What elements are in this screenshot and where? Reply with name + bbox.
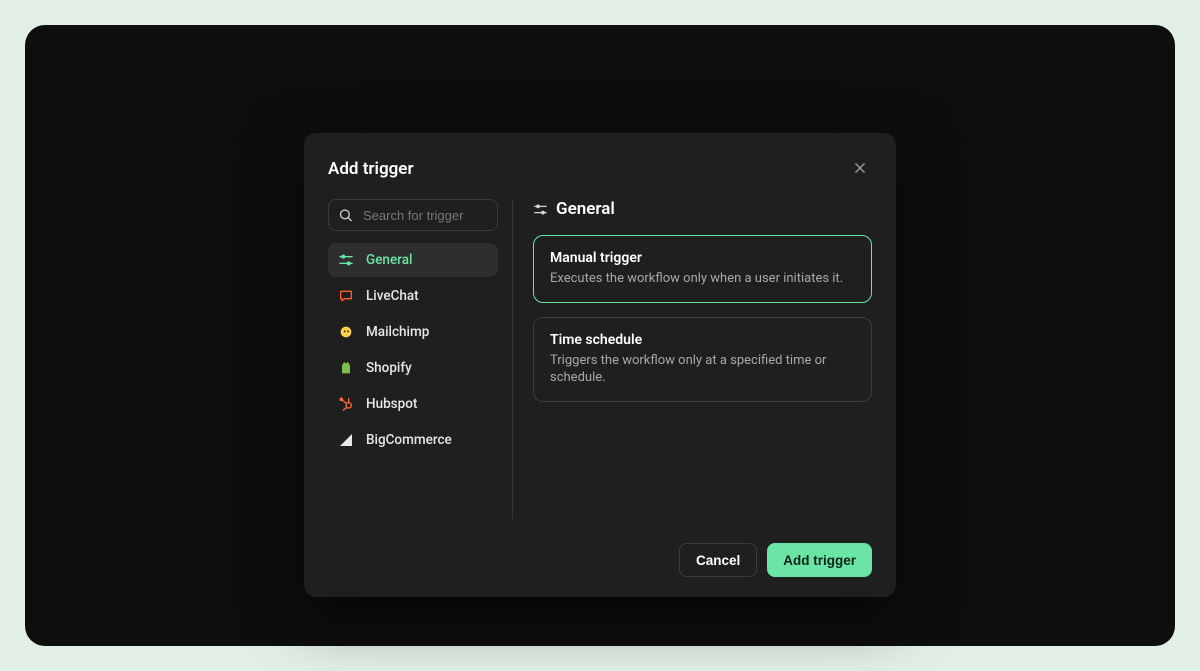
- category-label: LiveChat: [366, 288, 419, 304]
- add-trigger-modal: Add trigger: [304, 133, 896, 597]
- trigger-desc: Executes the workflow only when a user i…: [550, 270, 855, 288]
- category-hubspot[interactable]: Hubspot: [328, 387, 498, 421]
- search-field: [328, 199, 498, 231]
- modal-body: General LiveChat Mailchimp: [328, 199, 872, 519]
- hubspot-icon: [338, 396, 354, 412]
- trigger-title: Manual trigger: [550, 250, 855, 266]
- trigger-desc: Triggers the workflow only at a specifie…: [550, 352, 855, 387]
- category-general[interactable]: General: [328, 243, 498, 277]
- shopify-icon: [338, 360, 354, 376]
- modal-footer: Cancel Add trigger: [328, 543, 872, 577]
- category-livechat[interactable]: LiveChat: [328, 279, 498, 313]
- panel-title: General: [556, 199, 615, 219]
- modal-title: Add trigger: [328, 159, 414, 179]
- trigger-panel: General Manual trigger Executes the work…: [513, 199, 872, 519]
- category-bigcommerce[interactable]: BigCommerce: [328, 423, 498, 457]
- panel-header: General: [533, 199, 872, 219]
- category-label: Mailchimp: [366, 324, 429, 340]
- mailchimp-icon: [338, 324, 354, 340]
- app-frame: Add trigger: [25, 25, 1175, 646]
- trigger-option-manual[interactable]: Manual trigger Executes the workflow onl…: [533, 235, 872, 303]
- livechat-icon: [338, 288, 354, 304]
- sliders-icon: [338, 252, 354, 268]
- trigger-title: Time schedule: [550, 332, 855, 348]
- close-icon: [853, 160, 867, 179]
- bigcommerce-icon: [338, 432, 354, 448]
- cancel-button[interactable]: Cancel: [679, 543, 757, 577]
- search-icon: [338, 208, 353, 223]
- sliders-icon: [533, 202, 548, 217]
- category-label: Hubspot: [366, 396, 417, 412]
- modal-header: Add trigger: [328, 157, 872, 181]
- search-input[interactable]: [328, 199, 498, 231]
- close-button[interactable]: [848, 157, 872, 181]
- category-shopify[interactable]: Shopify: [328, 351, 498, 385]
- category-sidebar: General LiveChat Mailchimp: [328, 199, 513, 519]
- trigger-option-schedule[interactable]: Time schedule Triggers the workflow only…: [533, 317, 872, 402]
- category-label: Shopify: [366, 360, 412, 376]
- category-list: General LiveChat Mailchimp: [328, 243, 498, 457]
- category-label: BigCommerce: [366, 432, 452, 448]
- category-mailchimp[interactable]: Mailchimp: [328, 315, 498, 349]
- category-label: General: [366, 252, 412, 268]
- add-trigger-button[interactable]: Add trigger: [767, 543, 872, 577]
